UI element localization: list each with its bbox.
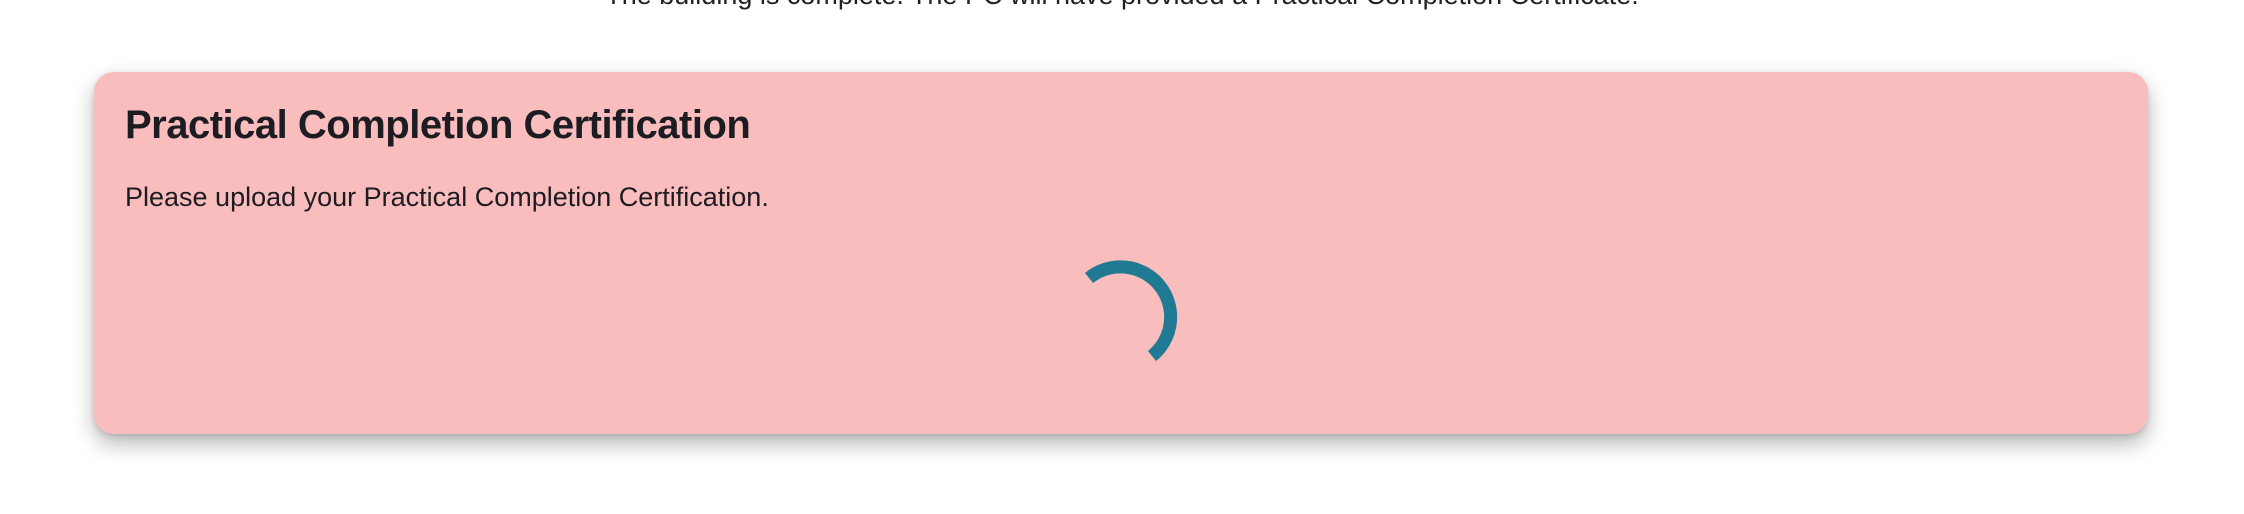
loading-spinner-icon (1084, 260, 1178, 362)
upload-instruction: Please upload your Practical Completion … (125, 182, 769, 212)
step-description: The building is complete. The PC will ha… (0, 0, 2244, 12)
card-title: Practical Completion Certification (125, 103, 751, 147)
page: The building is complete. The PC will ha… (0, 0, 2244, 514)
practical-completion-card: Practical Completion Certification Pleas… (94, 72, 2148, 434)
